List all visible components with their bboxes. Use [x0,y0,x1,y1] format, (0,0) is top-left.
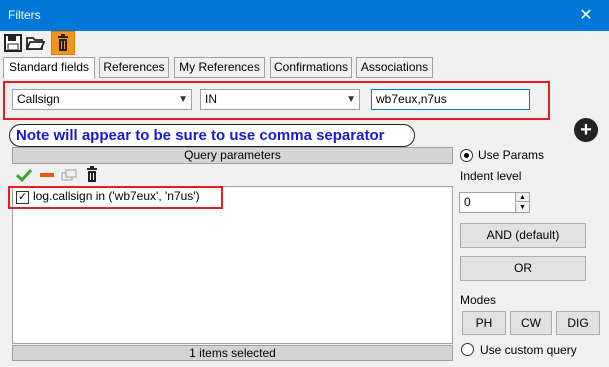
value-input[interactable]: wb7eux,n7us [371,89,530,110]
copy-icon[interactable] [61,168,77,182]
field-select[interactable]: Callsign ▼ [12,89,192,110]
spin-up-icon[interactable]: ▲ [515,193,529,202]
delete-toolbar-button[interactable] [51,31,75,55]
check-icon[interactable] [16,168,32,182]
modes-label: Modes [460,293,497,307]
use-params-label: Use Params [478,148,545,162]
mode-dig-button[interactable]: DIG [556,311,600,335]
spin-down-icon[interactable]: ▼ [515,203,529,212]
query-parameters-header: Query parameters [12,147,453,164]
title-bar: Filters ✕ [0,0,609,31]
indent-level-spinner[interactable]: 0 ▲ ▼ [459,192,530,213]
chevron-down-icon: ▼ [178,94,188,105]
note-annotation: Note will appear to be sure to use comma… [9,124,415,147]
field-select-value: Callsign [17,92,60,106]
or-button[interactable]: OR [460,256,586,281]
custom-query-label: Use custom query [480,343,577,357]
tab-standard-fields[interactable]: Standard fields [3,57,95,79]
tab-my-references[interactable]: My References [174,57,265,78]
trash-icon [58,34,68,51]
query-list[interactable] [12,186,453,344]
mode-cw-button[interactable]: CW [510,311,552,335]
indent-level-value: 0 [464,195,471,209]
chevron-down-icon: ▼ [346,94,356,105]
add-icon[interactable]: + [574,118,598,142]
mode-ph-button[interactable]: PH [462,311,506,335]
indent-level-label: Indent level [460,169,522,183]
and-button[interactable]: AND (default) [460,223,586,248]
row-checkbox[interactable]: ✓ [16,191,29,204]
custom-query-radio[interactable] [461,343,474,356]
query-row-text: log.callsign in ('wb7eux', 'n7us') [33,189,200,203]
window-title: Filters [8,8,41,22]
selection-status: 1 items selected [12,345,453,361]
tab-references[interactable]: References [99,57,169,78]
minus-icon[interactable] [39,168,55,182]
close-icon[interactable]: ✕ [563,0,609,31]
tab-associations[interactable]: Associations [356,57,433,78]
tab-confirmations[interactable]: Confirmations [270,57,352,78]
trash-icon[interactable] [85,166,99,182]
use-params-radio[interactable] [460,149,473,162]
operator-select[interactable]: IN ▼ [200,89,360,110]
save-icon[interactable] [3,33,23,53]
operator-select-value: IN [205,92,217,106]
folder-open-icon[interactable] [25,33,45,53]
